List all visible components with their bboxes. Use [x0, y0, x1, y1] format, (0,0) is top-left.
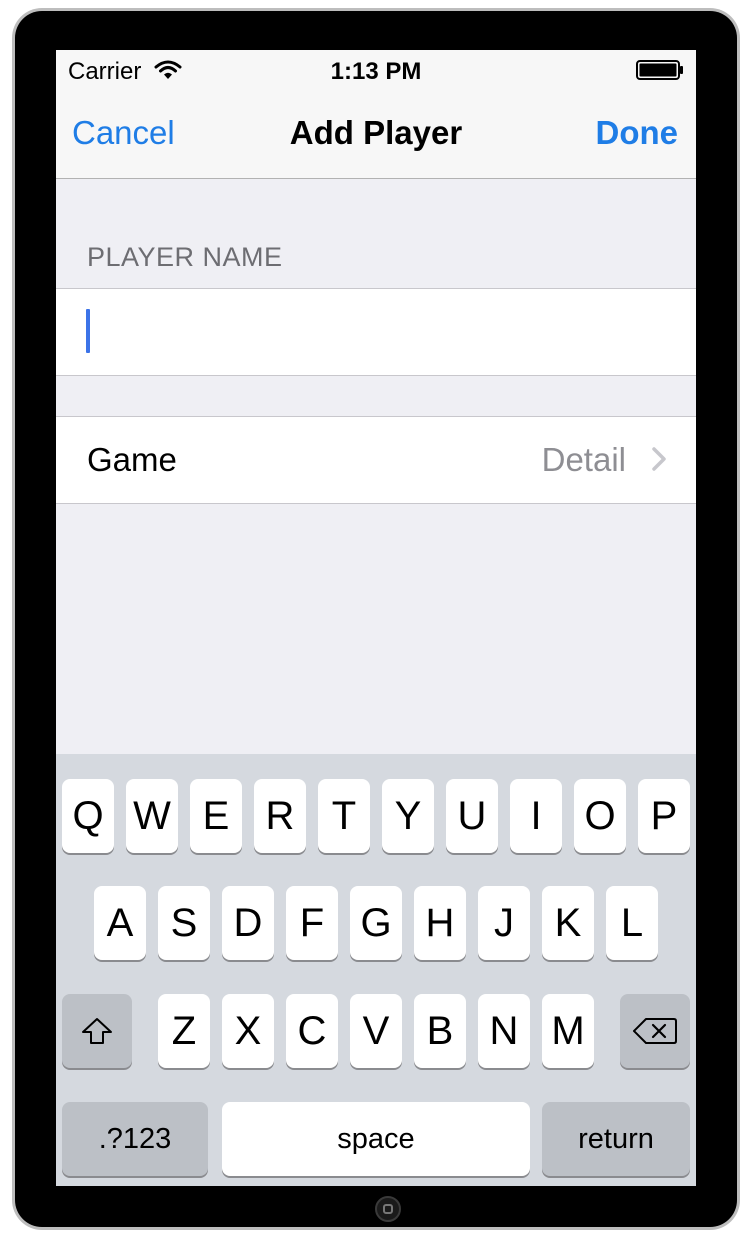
key-c[interactable]: C — [286, 994, 338, 1068]
key-u[interactable]: U — [446, 779, 498, 853]
key-p[interactable]: P — [638, 779, 690, 853]
key-d[interactable]: D — [222, 886, 274, 960]
space-key[interactable]: space — [222, 1102, 530, 1176]
game-label: Game — [87, 441, 177, 478]
done-button[interactable]: Done — [596, 114, 679, 152]
app-screen: Carrier 1:13 PM Cancel Add Player Done P… — [56, 50, 696, 1186]
key-e[interactable]: E — [190, 779, 242, 853]
key-b[interactable]: B — [414, 994, 466, 1068]
key-f[interactable]: F — [286, 886, 338, 960]
game-cell[interactable]: Game Detail — [56, 416, 696, 504]
navigation-bar: Carrier 1:13 PM Cancel Add Player Done — [56, 50, 696, 179]
player-name-input[interactable] — [84, 289, 664, 375]
backspace-icon — [633, 1018, 677, 1044]
shift-key[interactable] — [62, 994, 132, 1068]
key-x[interactable]: X — [222, 994, 274, 1068]
numbers-key[interactable]: .?123 — [62, 1102, 208, 1176]
key-a[interactable]: A — [94, 886, 146, 960]
key-s[interactable]: S — [158, 886, 210, 960]
key-l[interactable]: L — [606, 886, 658, 960]
key-g[interactable]: G — [350, 886, 402, 960]
key-j[interactable]: J — [478, 886, 530, 960]
key-w[interactable]: W — [126, 779, 178, 853]
keyboard: Q W E R T Y U I O P A S D F G H J K L Z … — [56, 754, 696, 1186]
key-k[interactable]: K — [542, 886, 594, 960]
status-bar: Carrier 1:13 PM — [56, 50, 696, 90]
key-m[interactable]: M — [542, 994, 594, 1068]
game-detail-value: Detail — [541, 441, 626, 478]
key-v[interactable]: V — [350, 994, 402, 1068]
home-button[interactable] — [375, 1196, 401, 1222]
key-t[interactable]: T — [318, 779, 370, 853]
player-name-section-header: PLAYER NAME — [87, 242, 283, 272]
key-h[interactable]: H — [414, 886, 466, 960]
return-key[interactable]: return — [542, 1102, 690, 1176]
player-name-cell — [56, 288, 696, 376]
key-i[interactable]: I — [510, 779, 562, 853]
key-o[interactable]: O — [574, 779, 626, 853]
key-n[interactable]: N — [478, 994, 530, 1068]
battery-icon — [636, 60, 683, 80]
key-q[interactable]: Q — [62, 779, 114, 853]
status-time: 1:13 PM — [330, 58, 422, 85]
shift-icon — [82, 1018, 112, 1044]
chevron-right-icon — [652, 447, 666, 471]
key-y[interactable]: Y — [382, 779, 434, 853]
key-z[interactable]: Z — [158, 994, 210, 1068]
key-r[interactable]: R — [254, 779, 306, 853]
delete-key[interactable] — [620, 994, 690, 1068]
